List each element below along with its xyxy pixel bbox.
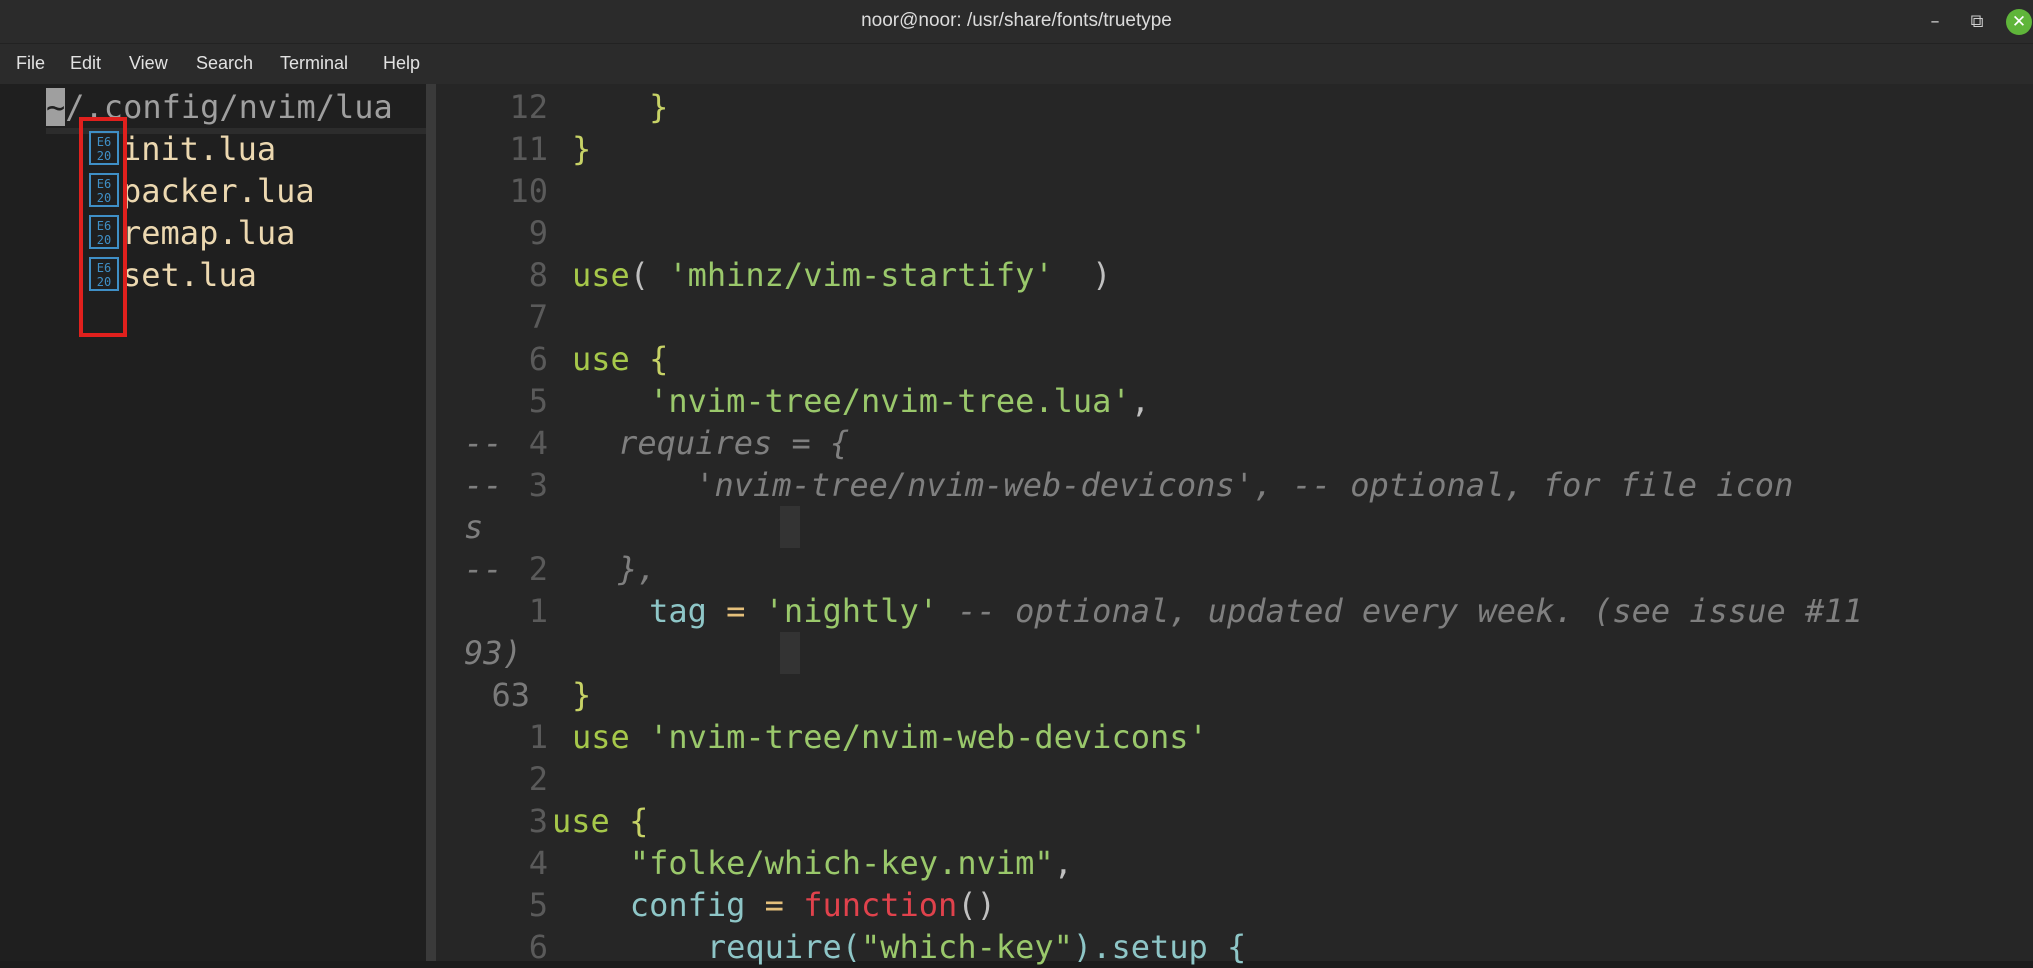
code-line[interactable]: use { bbox=[572, 338, 668, 380]
code-token: 'nightly' bbox=[745, 592, 939, 630]
tree-item-label: set.lua bbox=[122, 256, 257, 294]
code-token: 93) bbox=[464, 634, 522, 672]
menu-edit[interactable]: Edit bbox=[70, 53, 101, 74]
menu-view[interactable]: View bbox=[129, 53, 168, 74]
code-token: 'mhinz/vim-startify' bbox=[668, 256, 1054, 294]
tree-item-label: remap.lua bbox=[122, 214, 296, 252]
indent-guide-block bbox=[780, 632, 800, 674]
code-line[interactable]: } bbox=[572, 674, 591, 716]
indent-guide-block bbox=[780, 506, 800, 548]
code-token: ) bbox=[1053, 256, 1112, 294]
code-line[interactable]: require("which-key").setup { bbox=[572, 926, 1246, 968]
code-line[interactable]: config = function() bbox=[572, 884, 996, 926]
code-token: = bbox=[726, 592, 746, 630]
code-token: -- requires = { bbox=[464, 424, 850, 462]
title-bar: noor@noor: /usr/share/fonts/truetype – ⧉… bbox=[0, 0, 2033, 44]
code-token: -- 'nvim-tree/nvim-web-devicons', -- opt… bbox=[464, 466, 1794, 504]
code-line[interactable]: } bbox=[572, 128, 591, 170]
menu-search[interactable]: Search bbox=[196, 53, 253, 74]
code-token: , bbox=[1130, 382, 1150, 420]
code-line[interactable]: "folke/which-key.nvim", bbox=[572, 842, 1073, 884]
line-number: 5 bbox=[528, 886, 548, 924]
close-button[interactable]: ✕ bbox=[2005, 8, 2033, 36]
code-token: "which-key" bbox=[860, 928, 1073, 966]
code-token: use bbox=[552, 802, 630, 840]
line-number: 1 bbox=[528, 718, 548, 756]
code-token: function bbox=[783, 886, 958, 924]
code-token: s bbox=[464, 508, 484, 546]
menu-bar: File Edit View Search Terminal Help bbox=[0, 44, 2033, 84]
line-number: 1 bbox=[528, 592, 548, 630]
tree-pane-separator bbox=[426, 84, 436, 961]
code-line[interactable]: use { bbox=[552, 800, 648, 842]
code-token: ).setup { bbox=[1072, 928, 1247, 966]
tree-path-tilde: ~ bbox=[46, 88, 66, 126]
code-token: use bbox=[572, 340, 650, 378]
code-token: use bbox=[572, 718, 650, 756]
code-token: require( bbox=[572, 928, 861, 966]
line-number: 5 bbox=[528, 382, 548, 420]
close-icon: ✕ bbox=[2006, 9, 2032, 35]
line-number: 4 bbox=[528, 844, 548, 882]
line-number: 63 bbox=[491, 676, 530, 714]
code-token: , bbox=[1053, 844, 1073, 882]
code-token: 'nvim-tree/nvim-web-devicons' bbox=[649, 718, 1208, 756]
line-number: 6 bbox=[528, 340, 548, 378]
code-token: { bbox=[629, 802, 649, 840]
menu-terminal[interactable]: Terminal bbox=[280, 53, 348, 74]
code-line[interactable]: tag = 'nightly' -- optional, updated eve… bbox=[572, 590, 1863, 632]
code-line[interactable]: -- 'nvim-tree/nvim-web-devicons', -- opt… bbox=[464, 464, 1793, 506]
line-number: 3 bbox=[528, 802, 548, 840]
code-token: config bbox=[572, 886, 765, 924]
code-token: = bbox=[764, 886, 784, 924]
code-token: } bbox=[572, 88, 669, 126]
code-token: use bbox=[572, 256, 630, 294]
code-token: ( bbox=[629, 256, 669, 294]
code-token: } bbox=[572, 676, 592, 714]
line-number: 10 bbox=[509, 172, 548, 210]
code-token: -- }, bbox=[464, 550, 657, 588]
menu-file[interactable]: File bbox=[16, 53, 45, 74]
maximize-button[interactable]: ⧉ bbox=[1962, 8, 1992, 36]
file-tree-pane[interactable]: ~/.config/nvim/lua E6 20 init.lua E6 20 packe… bbox=[0, 84, 426, 961]
window-title: noor@noor: /usr/share/fonts/truetype bbox=[861, 10, 1172, 31]
code-line[interactable]: 93) bbox=[464, 632, 522, 674]
line-number: 6 bbox=[528, 928, 548, 966]
code-line[interactable]: -- }, bbox=[464, 548, 657, 590]
line-number: 2 bbox=[528, 760, 548, 798]
code-token: } bbox=[572, 130, 592, 168]
code-token: -- optional, updated every week. (see is… bbox=[938, 592, 1863, 630]
code-editor[interactable]: 12 } 11} 10 9 8 use( 'mhinz/vim-startify' ) 7 6… bbox=[436, 84, 2033, 966]
line-number bbox=[436, 506, 548, 548]
code-line[interactable]: s bbox=[464, 506, 483, 548]
terminal-area[interactable]: ~/.config/nvim/lua E6 20 init.lua E6 20 packe… bbox=[0, 84, 2033, 966]
code-line[interactable]: } bbox=[572, 86, 668, 128]
code-line[interactable]: 'nvim-tree/nvim-tree.lua', bbox=[572, 380, 1150, 422]
line-number: 7 bbox=[528, 298, 548, 336]
tree-item-label: packer.lua bbox=[122, 172, 315, 210]
minimize-button[interactable]: – bbox=[1920, 8, 1950, 36]
code-token: "folke/which-key.nvim" bbox=[572, 844, 1054, 882]
icon-highlight-box bbox=[79, 117, 127, 337]
line-number: 9 bbox=[528, 214, 548, 252]
line-number: 8 bbox=[528, 256, 548, 294]
code-token: 'nvim-tree/nvim-tree.lua' bbox=[572, 382, 1131, 420]
line-number: 12 bbox=[509, 88, 548, 126]
code-token: tag bbox=[572, 592, 727, 630]
code-line[interactable]: use 'nvim-tree/nvim-web-devicons' bbox=[572, 716, 1208, 758]
code-token: { bbox=[649, 340, 669, 378]
code-token: () bbox=[957, 886, 996, 924]
line-number: 11 bbox=[509, 130, 548, 168]
tree-item-label: init.lua bbox=[122, 130, 277, 168]
code-line[interactable]: use( 'mhinz/vim-startify' ) bbox=[572, 254, 1111, 296]
menu-help[interactable]: Help bbox=[383, 53, 420, 74]
code-line[interactable]: -- requires = { bbox=[464, 422, 849, 464]
